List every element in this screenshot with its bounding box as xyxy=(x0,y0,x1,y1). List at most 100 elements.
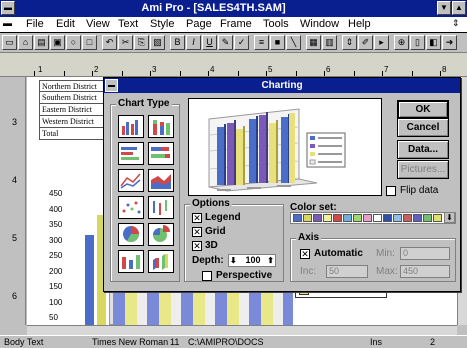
status-font[interactable]: Times New Roman xyxy=(92,337,168,347)
min-field[interactable]: 0 xyxy=(400,247,450,260)
mode-icon[interactable]: ◧ xyxy=(426,35,441,50)
dialog-title: Charting xyxy=(104,78,460,93)
horizontal-scrollbar[interactable] xyxy=(27,325,457,335)
paste-icon[interactable]: ▧ xyxy=(150,35,165,50)
minimize-button[interactable]: ▼ xyxy=(437,1,451,15)
color-swatch xyxy=(393,214,402,222)
underline-icon[interactable]: U xyxy=(202,35,217,50)
frame-icon[interactable]: □ xyxy=(82,35,97,50)
chart-type-bar[interactable] xyxy=(118,115,144,138)
menu-window[interactable]: Window xyxy=(300,18,339,30)
smarticons-icon[interactable]: ▸ xyxy=(374,35,389,50)
chart-type-hilo[interactable] xyxy=(148,196,174,219)
chart-type-label: Chart Type xyxy=(116,98,172,109)
depth-up-icon[interactable]: ⬆ xyxy=(267,255,274,266)
color-swatch xyxy=(333,214,342,222)
draw-icon[interactable]: ✎ xyxy=(218,35,233,50)
menu-help[interactable]: Help xyxy=(348,18,371,30)
pictures-button[interactable]: Pictures... xyxy=(397,160,449,179)
chart-type-area[interactable] xyxy=(148,169,174,192)
chart-type-hbar[interactable] xyxy=(118,142,144,165)
y-tick-label: 100 xyxy=(49,298,63,307)
menu-view[interactable]: View xyxy=(86,18,110,30)
chart-type-stacked-hbar[interactable] xyxy=(148,142,174,165)
arrow-icon[interactable]: ➜ xyxy=(442,35,457,50)
cut-icon[interactable]: ✂ xyxy=(118,35,133,50)
bold-icon[interactable]: B xyxy=(170,35,185,50)
perspective-checkbox[interactable] xyxy=(202,271,212,281)
menu-file[interactable]: File xyxy=(26,18,44,30)
menu-text[interactable]: Text xyxy=(118,18,138,30)
line-icon[interactable]: ╲ xyxy=(286,35,301,50)
3d-checkbox[interactable]: ✕ xyxy=(192,241,202,251)
table-row: Total xyxy=(39,128,113,140)
open-icon[interactable]: ⌂ xyxy=(18,35,33,50)
options-label: Options xyxy=(190,198,232,209)
color-swatch xyxy=(383,214,392,222)
restore-icon[interactable]: ⇕ xyxy=(452,18,460,29)
styles-icon[interactable]: ⇕ xyxy=(342,35,357,50)
menu-style[interactable]: Style xyxy=(150,18,174,30)
inc-field[interactable]: 50 xyxy=(326,265,368,278)
table-icon[interactable]: ▦ xyxy=(306,35,321,50)
vertical-ruler[interactable]: 3 4 5 6 xyxy=(0,77,26,325)
max-field[interactable]: 450 xyxy=(400,265,450,278)
menu-page[interactable]: Page xyxy=(186,18,212,30)
automatic-checkbox[interactable]: ✕ xyxy=(300,249,310,259)
tools-icon[interactable]: ✐ xyxy=(358,35,373,50)
chart-type-3d-bar[interactable] xyxy=(148,250,174,273)
menu-frame[interactable]: Frame xyxy=(220,18,252,30)
vruler-mark: 4 xyxy=(12,175,18,185)
legend-checkbox[interactable]: ✕ xyxy=(192,213,202,223)
chart-icon[interactable]: ▥ xyxy=(322,35,337,50)
doc-menu-icon[interactable]: ▬ xyxy=(3,18,12,28)
spell-icon[interactable]: ✓ xyxy=(234,35,249,50)
zoom-icon[interactable]: ⊕ xyxy=(394,35,409,50)
menu-tools[interactable]: Tools xyxy=(263,18,289,30)
print-icon[interactable]: ▤ xyxy=(34,35,49,50)
maximize-button[interactable]: ▲ xyxy=(452,1,466,15)
layout-icon[interactable]: ▯ xyxy=(410,35,425,50)
depth-down-icon[interactable]: ⬇ xyxy=(230,255,237,266)
status-mode[interactable]: Ins xyxy=(370,337,382,347)
search-icon[interactable]: ○ xyxy=(66,35,81,50)
horizontal-ruler[interactable]: 1 2 3 4 5 6 7 8 xyxy=(0,53,467,77)
color-swatch xyxy=(313,214,322,222)
status-size[interactable]: 11 xyxy=(170,337,179,347)
depth-stepper[interactable]: ⬇ 100 ⬆ xyxy=(228,254,276,267)
align-icon[interactable]: ≡ xyxy=(254,35,269,50)
undo-icon[interactable]: ↶ xyxy=(102,35,117,50)
chart-type-line[interactable] xyxy=(118,169,144,192)
status-style[interactable]: Body Text xyxy=(4,337,43,347)
status-page[interactable]: 2 xyxy=(430,337,435,347)
color-swatch xyxy=(403,214,412,222)
chart-type-stacked-bar[interactable] xyxy=(148,115,174,138)
data-button[interactable]: Data... xyxy=(397,140,449,159)
chart-type-picture[interactable] xyxy=(118,250,144,273)
chart-type-exploded-pie[interactable] xyxy=(148,223,174,246)
chart-type-scatter[interactable] xyxy=(118,196,144,219)
flip-data-checkbox[interactable] xyxy=(386,186,396,196)
title-bar: ▬ Ami Pro - [SALES4TH.SAM] ▼ ▲ xyxy=(0,0,467,17)
italic-icon[interactable]: I xyxy=(186,35,201,50)
print-preview-icon[interactable]: ▣ xyxy=(50,35,65,50)
dropdown-arrow-icon[interactable]: ⬇ xyxy=(444,212,455,223)
max-label: Max: xyxy=(376,266,398,277)
dialog-system-menu-icon[interactable] xyxy=(105,79,118,92)
axis-label: Axis xyxy=(296,232,322,243)
automatic-label: Automatic xyxy=(314,248,363,259)
menu-edit[interactable]: Edit xyxy=(56,18,75,30)
ruler-mark: 3 xyxy=(152,65,157,74)
copy-icon[interactable]: ⎘ xyxy=(134,35,149,50)
cancel-button[interactable]: Cancel xyxy=(397,118,449,137)
ruler-mark: 8 xyxy=(442,65,447,74)
chart-type-pie[interactable] xyxy=(118,223,144,246)
3d-label: 3D xyxy=(205,240,218,251)
vruler-mark: 6 xyxy=(12,291,18,301)
y-tick-label: 450 xyxy=(49,189,63,198)
new-doc-icon[interactable]: ▭ xyxy=(2,35,17,50)
grid-label: Grid xyxy=(205,226,226,237)
fill-icon[interactable]: ■ xyxy=(270,35,285,50)
ok-button[interactable]: OK xyxy=(397,100,449,119)
grid-checkbox[interactable]: ✕ xyxy=(192,227,202,237)
